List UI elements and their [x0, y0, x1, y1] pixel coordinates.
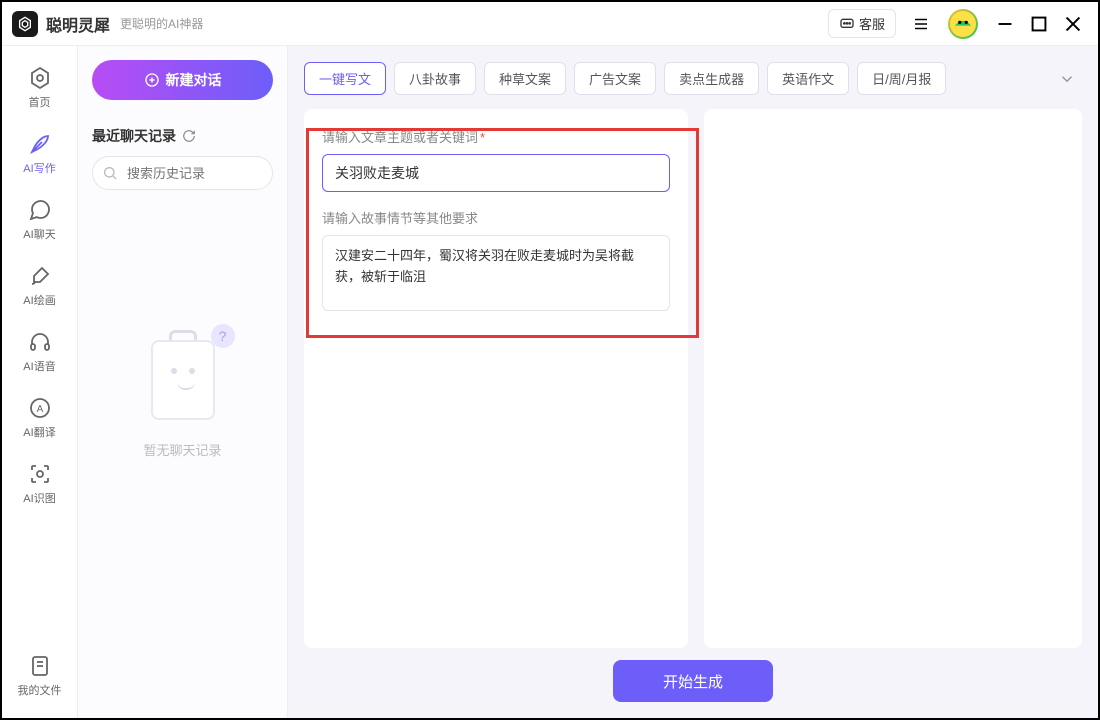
question-icon: ? [211, 324, 235, 348]
chip-english-essay[interactable]: 英语作文 [767, 62, 849, 95]
nav-ai-draw[interactable]: AI绘画 [12, 256, 68, 316]
brush-icon [28, 264, 52, 288]
app-subtitle: 更聪明的AI神器 [120, 15, 203, 32]
window-controls [996, 15, 1082, 33]
search-history [92, 156, 273, 190]
chips-collapse[interactable] [1052, 64, 1082, 94]
scan-icon [28, 462, 52, 486]
topic-input[interactable] [322, 154, 670, 192]
nav-label: AI写作 [23, 160, 55, 176]
feather-icon [28, 132, 52, 156]
topic-label: 请输入文章主题或者关键词* [322, 127, 670, 146]
chip-ad-copy[interactable]: 广告文案 [574, 62, 656, 95]
generate-button[interactable]: 开始生成 [613, 660, 773, 702]
chip-report[interactable]: 日/周/月报 [857, 62, 946, 95]
nav-ai-write[interactable]: AI写作 [12, 124, 68, 184]
nav-label: AI聊天 [23, 226, 55, 242]
app-logo [12, 11, 38, 37]
chip-onekey-article[interactable]: 一键写文 [304, 62, 386, 95]
minimize-button[interactable] [996, 15, 1014, 33]
nav-ai-translate[interactable]: A AI翻译 [12, 388, 68, 448]
nav-my-files[interactable]: 我的文件 [12, 646, 68, 706]
detail-label: 请输入故事情节等其他要求 [322, 208, 670, 227]
refresh-icon[interactable] [182, 129, 196, 143]
new-chat-label: 新建对话 [166, 70, 222, 90]
empty-history: ? 暂无聊天记录 [92, 330, 273, 459]
nav-label: AI识图 [23, 490, 55, 506]
search-input[interactable] [92, 156, 273, 190]
left-nav: 首页 AI写作 AI聊天 AI绘画 AI语音 A AI翻译 AI识图 我的文件 [2, 46, 78, 718]
nav-ai-image-rec[interactable]: AI识图 [12, 454, 68, 514]
recent-title: 最近聊天记录 [92, 126, 176, 146]
nav-label: 首页 [29, 94, 51, 110]
chip-selling-point[interactable]: 卖点生成器 [664, 62, 759, 95]
empty-illustration: ? [141, 330, 225, 430]
input-panel: 请输入文章主题或者关键词* 请输入故事情节等其他要求 [304, 109, 688, 648]
nav-ai-chat[interactable]: AI聊天 [12, 190, 68, 250]
maximize-button[interactable] [1030, 15, 1048, 33]
title-bar: 聪明灵犀 更聪明的AI神器 客服 [2, 2, 1098, 46]
headphone-icon [28, 330, 52, 354]
nav-label: AI绘画 [23, 292, 55, 308]
chevron-down-icon [1058, 70, 1076, 88]
app-name: 聪明灵犀 [46, 12, 110, 36]
history-column: 新建对话 最近聊天记录 ? 暂无聊天记录 [78, 46, 288, 718]
nav-home[interactable]: 首页 [12, 58, 68, 118]
file-icon [28, 654, 52, 678]
template-chips: 一键写文 八卦故事 种草文案 广告文案 卖点生成器 英语作文 日/周/月报 [304, 62, 1082, 95]
content-area: 一键写文 八卦故事 种草文案 广告文案 卖点生成器 英语作文 日/周/月报 请输… [288, 46, 1098, 718]
nav-label: AI语音 [23, 358, 55, 374]
output-panel [704, 109, 1082, 648]
nav-label: 我的文件 [18, 682, 62, 698]
user-avatar[interactable] [948, 9, 978, 39]
empty-text: 暂无聊天记录 [143, 440, 221, 459]
search-icon [102, 165, 118, 181]
chip-gossip-story[interactable]: 八卦故事 [394, 62, 476, 95]
detail-textarea[interactable] [322, 235, 670, 311]
menu-button[interactable] [904, 7, 938, 41]
nav-label: AI翻译 [23, 424, 55, 440]
customer-service-button[interactable]: 客服 [828, 9, 896, 38]
recent-chats-header: 最近聊天记录 [92, 126, 273, 146]
new-chat-button[interactable]: 新建对话 [92, 60, 273, 100]
customer-service-label: 客服 [859, 14, 885, 33]
home-icon [28, 66, 52, 90]
chat-icon [28, 198, 52, 222]
nav-ai-voice[interactable]: AI语音 [12, 322, 68, 382]
svg-text:A: A [36, 404, 43, 415]
translate-icon: A [28, 396, 52, 420]
chip-grass-copy[interactable]: 种草文案 [484, 62, 566, 95]
close-button[interactable] [1064, 15, 1082, 33]
